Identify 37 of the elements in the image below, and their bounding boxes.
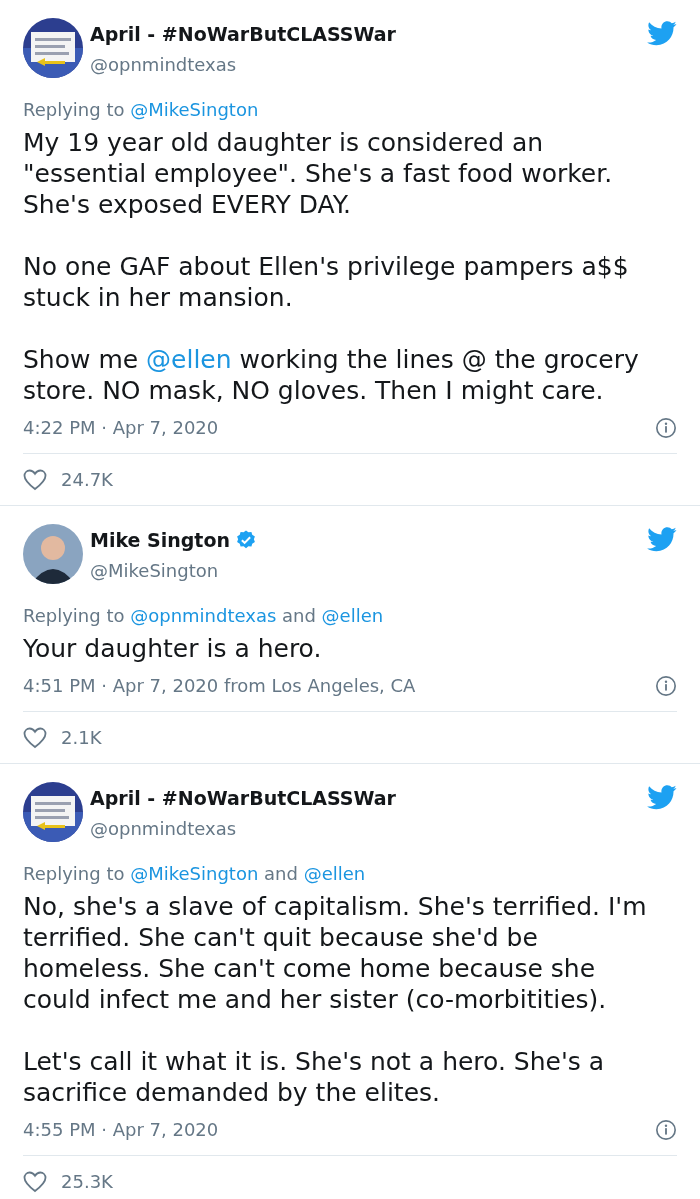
user-name[interactable]: April - #NoWarButCLASSWar [90,20,396,49]
tweet-text: No, she's a slave of capitalism. She's terrified. I'm terrified. She can't quit because she'd be homeless. She can't come home because she could infect me and her sister (co-morbitities). [23,891,648,1015]
info-icon[interactable] [655,1118,677,1141]
user-name[interactable]: Mike Sington [90,526,231,555]
mention-link[interactable]: @ellen [303,863,366,884]
bird-logo-icon [647,21,677,46]
reply-context: Replying to @opnmindtexas and @ellen [23,604,385,628]
reply-context: Replying to @MikeSington [23,98,260,122]
timestamp[interactable]: 4:51 PM · Apr 7, 2020 from Los Angeles, CA [23,672,416,699]
avatar-icon [23,524,83,584]
timestamp[interactable]: 4:55 PM · Apr 7, 2020 [23,1116,219,1143]
tweet-text: Let's call it what it is. She's not a hero. She's a sacrifice demanded by the elites. [23,1046,606,1108]
user-name[interactable]: April - #NoWarButCLASSWar [90,784,396,813]
tweet-text: My 19 year old daughter is considered an "essential employee". She's a fast food worker. She's exposed EVERY DAY. [23,127,614,220]
heart-icon[interactable] [23,1170,47,1193]
tweet-text: Your daughter is a hero. [23,633,323,664]
like-count: 2.1K [61,726,102,750]
user-handle[interactable]: @MikeSington [90,556,647,584]
heart-icon[interactable] [23,726,47,749]
timestamp[interactable]: 4:22 PM · Apr 7, 2020 [23,414,219,441]
like-count: 24.7K [61,468,113,492]
mention-link[interactable]: @ellen [146,345,232,374]
mention-link[interactable]: @ellen [321,605,384,626]
heart-icon[interactable] [23,468,47,491]
info-icon[interactable] [655,416,677,439]
like-count: 25.3K [61,1170,113,1194]
bird-logo-icon [647,785,677,810]
info-icon[interactable] [655,674,677,697]
bird-logo-icon [647,527,677,552]
mention-link[interactable]: @MikeSington [130,863,259,884]
user-handle[interactable]: @opnmindtexas [90,50,647,78]
reply-context: Replying to @MikeSington and @ellen [23,862,367,886]
user-handle[interactable]: @opnmindtexas [90,814,647,842]
tweet-text: No one GAF about Ellen's privilege pampers a$$ stuck in her mansion. [23,251,630,313]
tweet-text: Show me @ellen working the lines @ the grocery store. NO mask, NO gloves. Then I might care. [23,344,640,406]
mention-link[interactable]: @opnmindtexas [130,605,277,626]
mention-link[interactable]: @MikeSington [130,99,259,120]
